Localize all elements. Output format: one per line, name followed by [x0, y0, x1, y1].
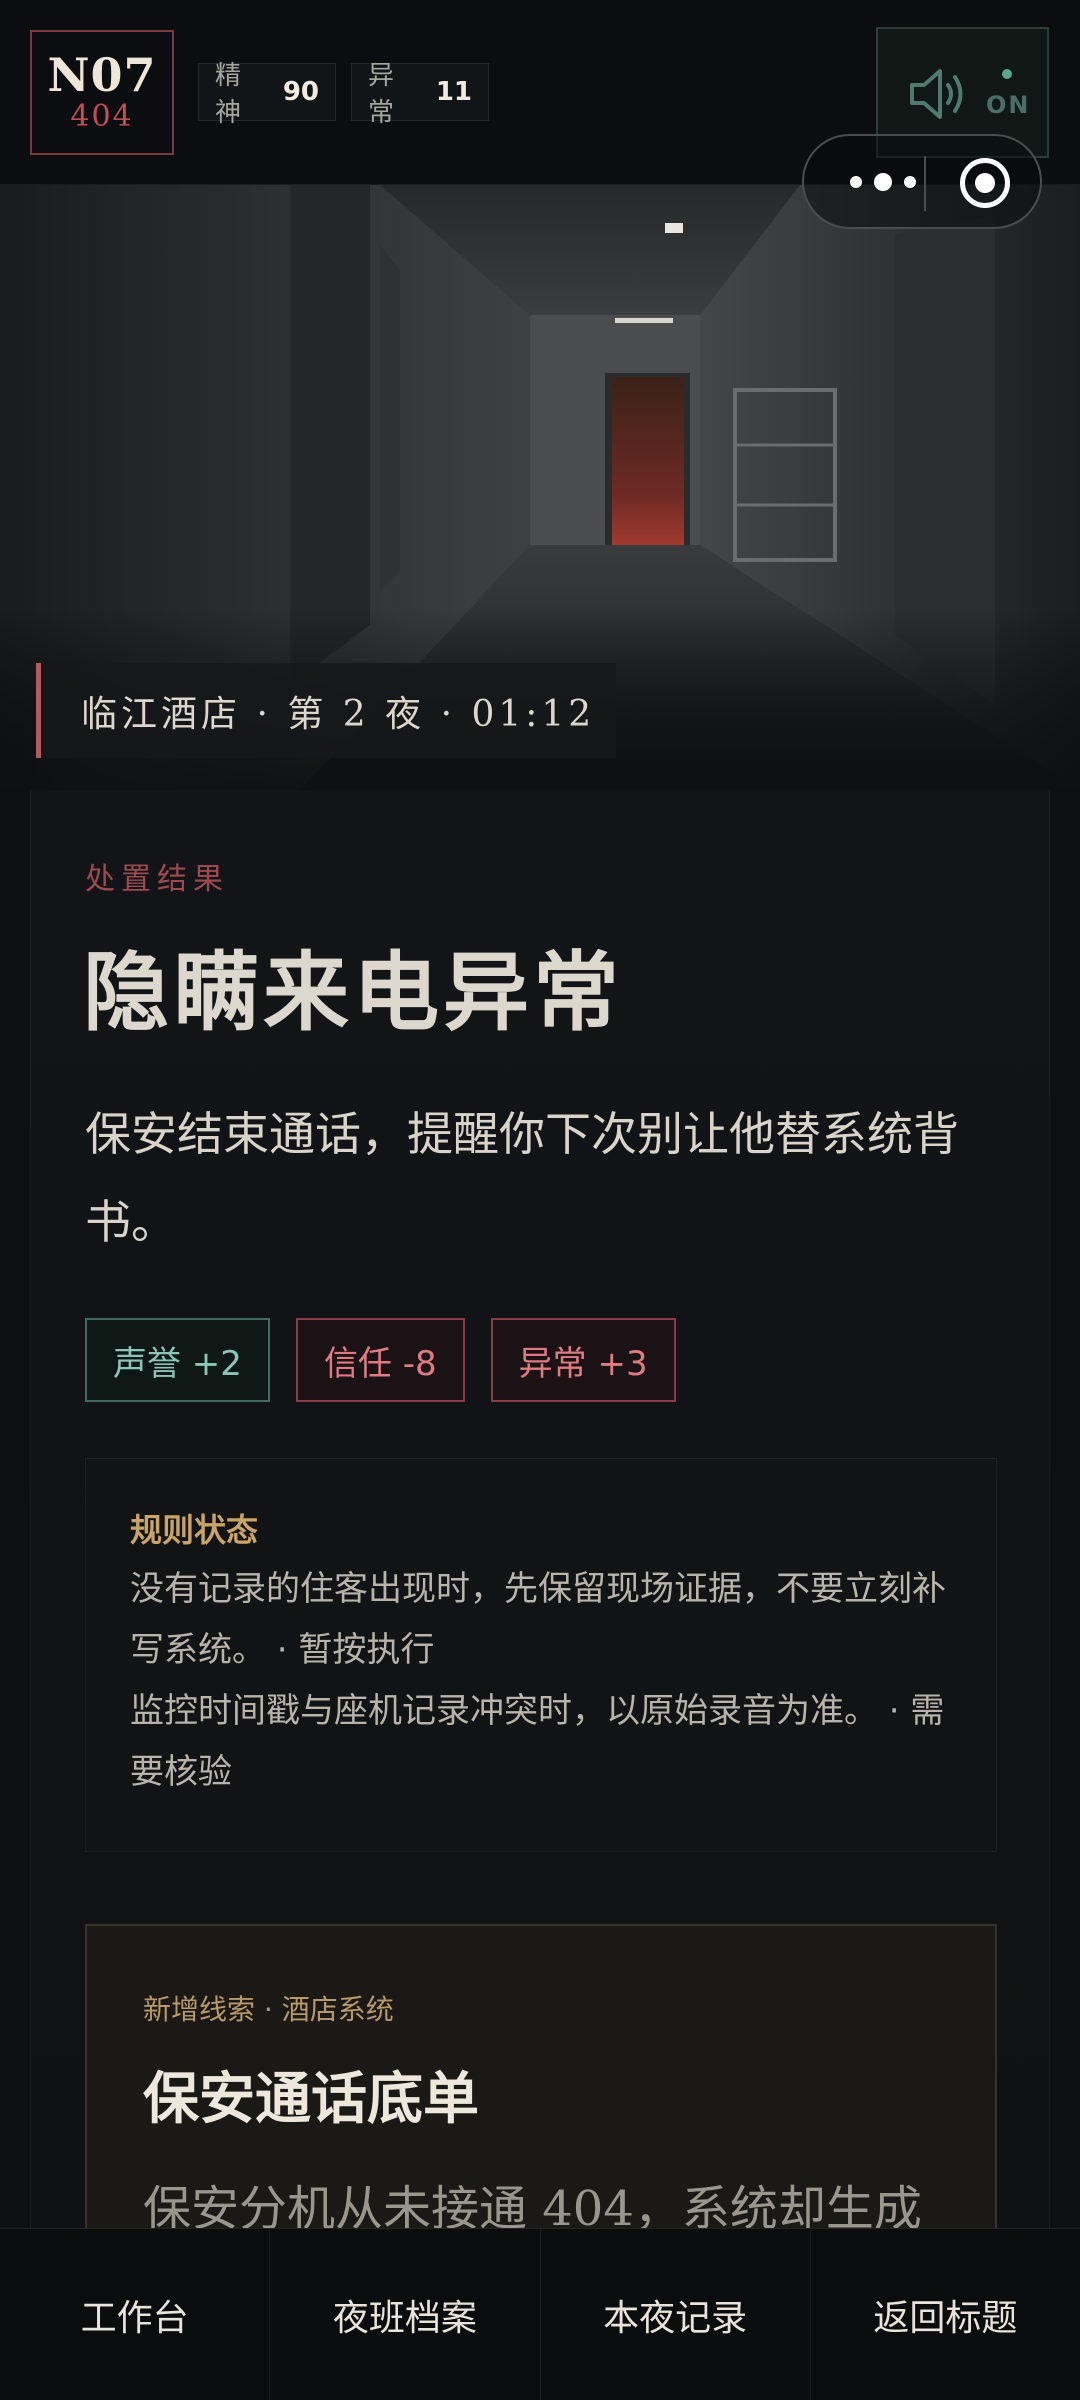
result-card: 处置结果 隐瞒来电异常 保安结束通话，提醒你下次别让他替系统背书。 声誉 +2 … [30, 790, 1050, 2254]
stat-value: 11 [435, 77, 472, 107]
speaker-icon [908, 67, 968, 125]
hero-scene: 临江酒店 · 第 2 夜 · 01:12 [0, 185, 1080, 790]
result-eyebrow: 处置结果 [85, 862, 229, 897]
effect-chips: 声誉 +2 信任 -8 异常 +3 [85, 1318, 676, 1402]
stat-value: 90 [282, 77, 319, 107]
more-dots-icon[interactable] [850, 160, 916, 204]
new-clue-card[interactable]: 新增线索 · 酒店系统 保安通话底单 保安分机从未接通 404，系统却生成 [85, 1924, 997, 2254]
target-close-icon[interactable] [960, 158, 1010, 208]
game-logo: N07 404 [30, 30, 174, 155]
capsule-divider [924, 156, 926, 211]
rule-line: 没有记录的住客出现时，先保留现场证据，不要立刻补写系统。 · 暂按执行 [130, 1569, 946, 1670]
effect-chip-reputation: 声誉 +2 [85, 1318, 270, 1402]
logo-number: 404 [70, 99, 134, 134]
logo-code: N07 [47, 48, 157, 102]
location-label: 临江酒店 · 第 2 夜 · 01:12 [36, 663, 616, 758]
bottom-nav: 工作台 夜班档案 本夜记录 返回标题 [0, 2228, 1080, 2400]
rules-title: 规则状态 [130, 1511, 259, 1549]
result-title: 隐瞒来电异常 [83, 943, 623, 1043]
miniapp-capsule [802, 134, 1042, 229]
sound-state-label: ON [986, 91, 1031, 119]
nav-item-night-archive[interactable]: 夜班档案 [270, 2229, 541, 2400]
result-description: 保安结束通话，提醒你下次别让他替系统背书。 [85, 1107, 959, 1249]
clue-title: 保安通话底单 [143, 2067, 479, 2132]
effect-chip-trust: 信任 -8 [295, 1318, 465, 1402]
rule-line: 监控时间戳与座机记录冲突时，以原始录音为准。 · 需要核验 [130, 1691, 945, 1792]
stat-anomaly: 异常 11 [351, 61, 489, 128]
stat-label: 异常 [368, 61, 395, 128]
stat-label: 精神 [215, 61, 242, 128]
status-dot [1002, 69, 1012, 79]
clue-tag: 新增线索 · 酒店系统 [143, 1993, 394, 2026]
nav-item-workbench[interactable]: 工作台 [0, 2229, 271, 2400]
rules-panel: 规则状态 没有记录的住客出现时，先保留现场证据，不要立刻补写系统。 · 暂按执行… [85, 1458, 997, 1852]
stat-spirit: 精神 90 [198, 61, 336, 128]
nav-item-tonight-log[interactable]: 本夜记录 [541, 2229, 811, 2400]
nav-item-return-title[interactable]: 返回标题 [811, 2229, 1080, 2400]
effect-chip-anomaly: 异常 +3 [490, 1318, 676, 1402]
